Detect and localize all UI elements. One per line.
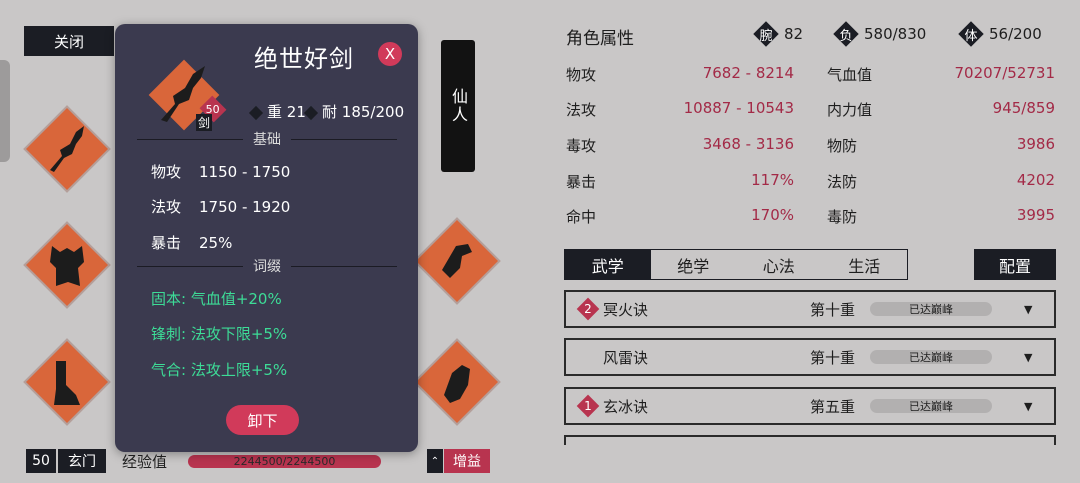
load-icon: 负: [834, 22, 858, 46]
skill-progress-bar: 已达巅峰: [870, 302, 992, 316]
attr-label: 内力值: [827, 101, 873, 119]
attr-label: 法防: [827, 173, 858, 191]
base-stat-row: 法攻 1750 - 1920: [151, 198, 291, 216]
attr-label: 物攻: [566, 66, 597, 84]
skill-row[interactable]: 风雷诀 第十重 已达巅峰 ▼: [564, 338, 1056, 376]
equip-slot-armor[interactable]: [25, 223, 109, 307]
item-detail-popup: 50 剑 绝世好剑 X 重 21 耐 185/200 基础 物攻 1150 - 1…: [115, 24, 418, 452]
load-stat: 负 580/830: [834, 22, 926, 46]
chevron-down-icon[interactable]: ▼: [1024, 303, 1032, 316]
attr-label: 法攻: [566, 101, 597, 119]
amulet-icon: [444, 365, 470, 403]
buff-button[interactable]: 增益: [444, 449, 490, 473]
skill-stage: 第五重: [810, 397, 856, 416]
skill-name: 风雷诀: [603, 348, 649, 367]
attr-value: 4202: [1016, 171, 1055, 189]
attr-value: 117%: [751, 171, 794, 189]
equip-slot-boots[interactable]: [25, 340, 109, 424]
stamina-icon: 体: [959, 22, 983, 46]
stamina-stat: 体 56/200: [959, 22, 1041, 46]
attr-value: 3468 - 3136: [702, 135, 794, 153]
chevron-down-icon[interactable]: ▼: [1024, 400, 1032, 413]
tab-martial-arts[interactable]: 武学: [565, 250, 651, 279]
attr-value: 7682 - 8214: [702, 64, 794, 82]
config-button[interactable]: 配置: [974, 249, 1056, 280]
tab-ultimate[interactable]: 绝学: [651, 250, 737, 279]
skill-slot-badge: 2: [578, 299, 598, 319]
skill-name: 玄冰诀: [603, 397, 649, 416]
player-level: 50: [26, 449, 56, 473]
exp-label: 经验值: [122, 453, 168, 471]
attributes-title: 角色属性: [566, 29, 634, 49]
wrist-icon: 腕: [754, 22, 778, 46]
attr-label: 物防: [827, 137, 858, 155]
affix-row: 气合: 法攻上限+5%: [151, 361, 288, 379]
attr-value: 3995: [1016, 206, 1055, 224]
tab-life[interactable]: 生活: [822, 250, 908, 279]
attr-value: 170%: [751, 206, 794, 224]
attr-label: 气血值: [827, 66, 873, 84]
attr-label: 命中: [566, 208, 597, 226]
close-button[interactable]: 关闭: [24, 26, 114, 56]
skill-progress-bar: 已达巅峰: [870, 350, 992, 364]
skill-tabs: 武学 绝学 心法 生活: [564, 249, 908, 280]
skill-stage: 第十重: [810, 300, 856, 319]
skill-name: 冥火诀: [603, 300, 649, 319]
equip-slot-weapon[interactable]: [25, 107, 109, 191]
item-weight: 重 21: [248, 101, 306, 122]
chevron-up-icon[interactable]: ⌃: [427, 449, 443, 473]
sword-icon: [50, 126, 84, 172]
diamond-icon: [248, 105, 264, 120]
attr-value: 945/859: [992, 99, 1055, 117]
armor-icon: [50, 246, 84, 286]
attr-value: 10887 - 10543: [683, 99, 794, 117]
side-drawer-handle[interactable]: [0, 60, 10, 162]
base-stat-row: 暴击 25%: [151, 234, 233, 252]
exp-bar: 2244500/2244500: [188, 455, 381, 468]
affix-row: 锋刺: 法攻下限+5%: [151, 325, 288, 343]
skill-row-partial[interactable]: [564, 435, 1056, 445]
attr-value: 3986: [1016, 135, 1055, 153]
skill-row[interactable]: 1 玄冰诀 第五重 已达巅峰 ▼: [564, 387, 1056, 425]
boots-icon: [54, 361, 80, 405]
tab-mind-method[interactable]: 心法: [736, 250, 822, 279]
base-section-header: 基础: [137, 129, 397, 149]
equip-slot-amulet[interactable]: [415, 340, 499, 424]
immortal-tag: 仙人: [441, 40, 475, 172]
wrist-stat: 腕 82: [754, 22, 803, 46]
affix-section-header: 词缀: [137, 256, 397, 276]
attr-label: 毒攻: [566, 137, 597, 155]
player-sect: 玄门: [58, 449, 106, 473]
item-durability: 耐 185/200: [303, 101, 404, 122]
equip-slot-bracer[interactable]: [415, 219, 499, 303]
skill-progress-bar: 已达巅峰: [870, 399, 992, 413]
skill-slot-badge: 1: [578, 396, 598, 416]
attr-label: 暴击: [566, 173, 597, 191]
chevron-down-icon[interactable]: ▼: [1024, 351, 1032, 364]
skill-stage: 第十重: [810, 348, 856, 367]
attr-label: 毒防: [827, 208, 858, 226]
bracer-icon: [442, 244, 472, 278]
attr-value: 70207/52731: [954, 64, 1056, 82]
affix-row: 固本: 气血值+20%: [151, 290, 282, 308]
diamond-icon: [303, 105, 319, 120]
unequip-button[interactable]: 卸下: [226, 405, 299, 435]
base-stat-row: 物攻 1150 - 1750: [151, 163, 291, 181]
item-name: 绝世好剑: [254, 45, 354, 73]
skill-row[interactable]: 2 冥火诀 第十重 已达巅峰 ▼: [564, 290, 1056, 328]
popup-close-button[interactable]: X: [378, 42, 402, 66]
